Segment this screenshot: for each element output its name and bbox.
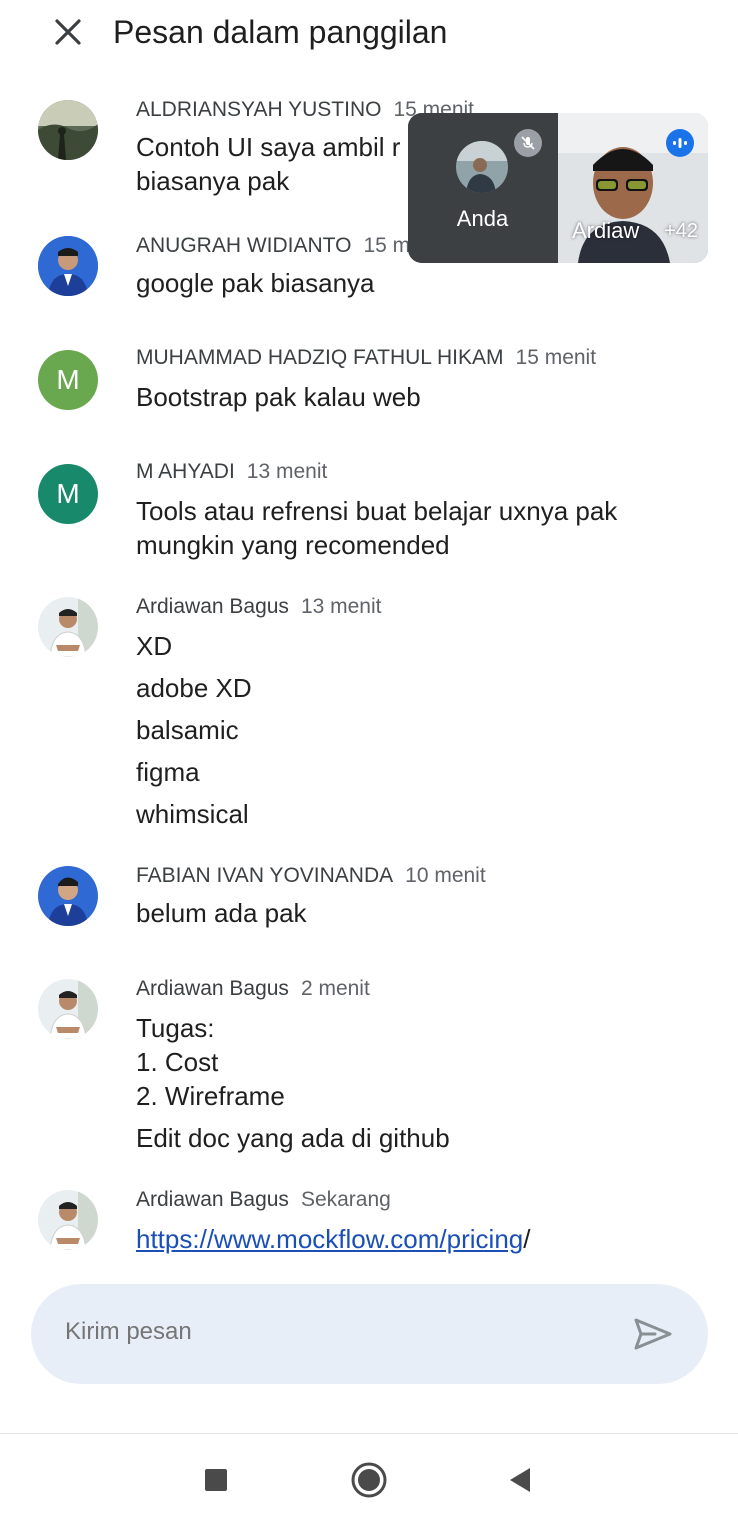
chat-message: FABIAN IVAN YOVINANDA 10 menit belum ada … bbox=[0, 864, 738, 934]
message-text: google pak biasanya bbox=[136, 268, 375, 298]
message-input[interactable] bbox=[65, 1318, 585, 1346]
home-button[interactable] bbox=[347, 1458, 391, 1502]
message-text: belum ada pak bbox=[136, 898, 307, 928]
message-composer bbox=[31, 1284, 708, 1384]
message-time: 13 menit bbox=[246, 460, 328, 483]
sender-name: Ardiawan Bagus bbox=[136, 977, 289, 1000]
avatar bbox=[38, 979, 98, 1039]
avatar: M bbox=[38, 350, 98, 410]
chat-message: M M AHYADI 13 menit Tools atau refrensi b… bbox=[0, 460, 738, 564]
avatar bbox=[38, 597, 98, 657]
message-text: balsamic bbox=[136, 715, 239, 745]
participants-count: +42 bbox=[664, 220, 698, 242]
chat-message: M MUHAMMAD HADZIQ FATHUL HIKAM 15 menit B… bbox=[0, 346, 738, 416]
avatar bbox=[456, 141, 508, 193]
send-button[interactable] bbox=[631, 1312, 675, 1356]
avatar: M bbox=[38, 464, 98, 524]
close-icon bbox=[55, 19, 81, 45]
message-text: biasanya pak bbox=[136, 166, 290, 196]
sender-name: FABIAN IVAN YOVINANDA bbox=[136, 864, 394, 887]
message-text: Tools atau refrensi buat belajar uxnya p… bbox=[136, 496, 618, 526]
page-title: Pesan dalam panggilan bbox=[113, 14, 448, 50]
message-text: 1. Cost bbox=[136, 1047, 219, 1077]
message-text: 2. Wireframe bbox=[136, 1081, 285, 1111]
sender-name: M AHYADI bbox=[136, 460, 235, 483]
sender-name: MUHAMMAD HADZIQ FATHUL HIKAM bbox=[136, 346, 504, 369]
message-text: whimsical bbox=[136, 799, 249, 829]
self-name: Anda bbox=[456, 206, 509, 231]
message-text: XD bbox=[136, 631, 173, 661]
message-text: adobe XD bbox=[136, 673, 252, 703]
message-link[interactable]: https://www.mockflow.com/pricing bbox=[136, 1224, 523, 1254]
sender-name: ANUGRAH WIDIANTO bbox=[136, 234, 352, 257]
mic-off-icon bbox=[514, 129, 542, 157]
message-time: Sekarang bbox=[300, 1188, 391, 1211]
chat-message: Ardiawan Bagus 13 menit XD adobe XD balsa… bbox=[0, 595, 738, 835]
message-text: / bbox=[523, 1224, 531, 1254]
message-time: 2 menit bbox=[300, 977, 370, 1000]
message-time: 10 menit bbox=[405, 864, 486, 887]
recents-icon bbox=[205, 1469, 227, 1491]
avatar bbox=[38, 866, 98, 926]
message-text: Contoh UI saya ambil r bbox=[136, 132, 401, 162]
back-button[interactable] bbox=[498, 1458, 542, 1502]
avatar bbox=[38, 100, 98, 160]
chat-message: Ardiawan Bagus 2 menit Tugas: 1. Cost 2. … bbox=[0, 977, 738, 1157]
message-text: Tugas: bbox=[136, 1013, 215, 1043]
back-icon bbox=[510, 1468, 530, 1492]
call-preview[interactable]: Anda Ardiaw +42 bbox=[408, 113, 708, 263]
message-text: mungkin yang recomended bbox=[136, 530, 450, 560]
sender-name: Ardiawan Bagus bbox=[136, 1188, 289, 1211]
avatar bbox=[38, 236, 98, 296]
remote-tile: Ardiaw +42 bbox=[558, 113, 708, 263]
chat-message: Ardiawan Bagus Sekarang https://www.mockf… bbox=[0, 1188, 738, 1258]
message-text: figma bbox=[136, 757, 200, 787]
chat-header: Pesan dalam panggilan bbox=[0, 0, 738, 64]
sender-name: ALDRIANSYAH YUSTINO bbox=[136, 98, 382, 121]
message-time: 15 menit bbox=[515, 346, 597, 369]
send-icon bbox=[634, 1318, 672, 1350]
avatar bbox=[38, 1190, 98, 1250]
home-icon bbox=[351, 1462, 387, 1498]
message-text: Edit doc yang ada di github bbox=[136, 1123, 450, 1153]
self-tile: Anda bbox=[408, 113, 557, 263]
sender-name: Ardiawan Bagus bbox=[136, 595, 289, 618]
message-time: 13 menit bbox=[300, 595, 382, 618]
message-time: 15 m bbox=[363, 234, 411, 257]
system-navbar bbox=[0, 1433, 738, 1522]
message-text: Bootstrap pak kalau web bbox=[136, 382, 421, 412]
close-button[interactable] bbox=[48, 12, 88, 52]
remote-name: Ardiaw bbox=[572, 218, 640, 243]
recents-button[interactable] bbox=[194, 1458, 238, 1502]
speaking-icon bbox=[666, 129, 694, 157]
